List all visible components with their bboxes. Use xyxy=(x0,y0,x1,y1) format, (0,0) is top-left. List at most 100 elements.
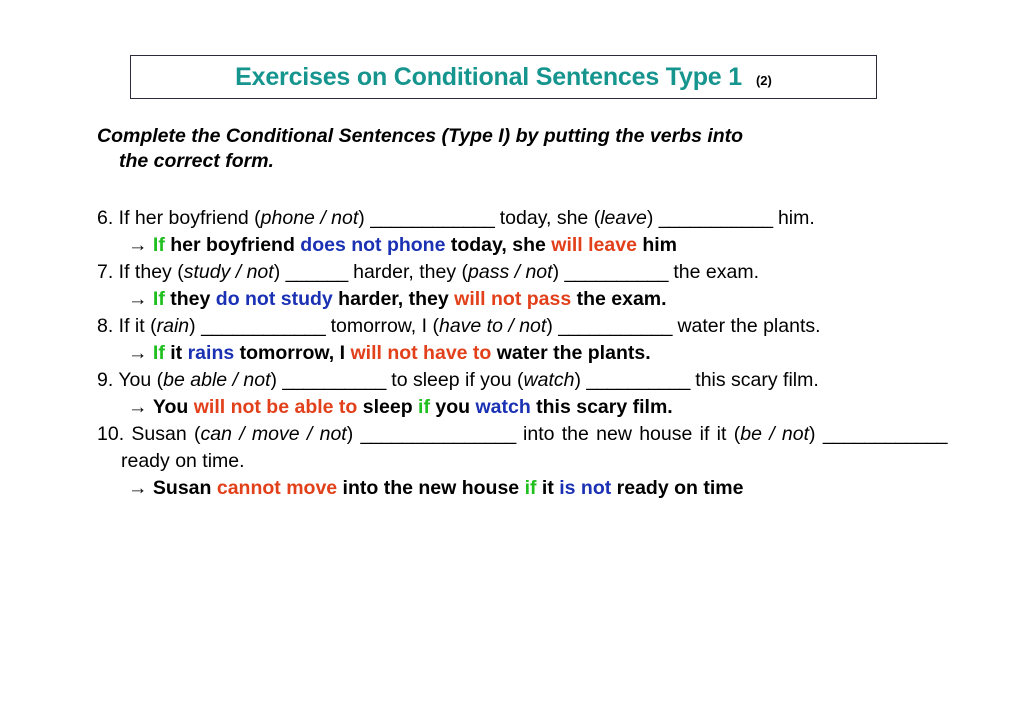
question-6: 6. If her boyfriend (phone / not) ______… xyxy=(97,205,947,232)
answer-7-main-clause-verb: will not pass xyxy=(454,288,572,310)
question-7-text-5: the exam. xyxy=(667,261,759,283)
question-6-blank-1[interactable]: ____________ xyxy=(370,207,495,229)
question-9: 9. You (be able / not) __________ to sle… xyxy=(97,367,947,394)
question-9-blank-1[interactable]: __________ xyxy=(282,369,386,391)
answer-10-conjunction: if xyxy=(524,477,537,499)
question-8-verb-2: have to / not xyxy=(438,315,547,337)
title-banner: Exercises on Conditional Sentences Type … xyxy=(130,55,877,99)
exercise-item-7: 7. If they (study / not) ______ harder, … xyxy=(97,259,947,313)
question-10-blank-1[interactable]: _______________ xyxy=(361,423,517,445)
question-9-blank-2[interactable]: __________ xyxy=(586,369,690,391)
question-7-text-3: harder, they ( xyxy=(347,261,469,283)
question-6-verb-2: leave xyxy=(600,207,647,229)
arrow-icon: → xyxy=(128,477,153,499)
answer-9-subject: You xyxy=(152,396,194,418)
answer-8-if-clause-verb: rains xyxy=(187,342,235,364)
answer-8-main-clause-verb: will not have to xyxy=(350,342,492,364)
question-7-blank-2[interactable]: __________ xyxy=(565,261,669,283)
answer-8-text-1: it xyxy=(164,342,188,364)
answer-10-subject: Susan xyxy=(152,477,217,499)
answer-10-text-3: ready on time xyxy=(611,477,744,499)
question-number-6: 6. xyxy=(97,207,114,229)
question-6-text-2: ) xyxy=(358,207,371,229)
question-9-text-3: to sleep if you ( xyxy=(385,369,524,391)
question-8-text-1: If it ( xyxy=(113,315,157,337)
instruction-text: Complete the Conditional Sentences (Type… xyxy=(97,124,947,174)
exercise-item-8: 8. If it (rain) ____________ tomorrow, I… xyxy=(97,313,947,367)
page-title-superscript: (2) xyxy=(755,72,772,88)
arrow-icon: → xyxy=(128,342,153,364)
question-9-text-4: ) xyxy=(574,369,587,391)
answer-7: → If they do not study harder, they will… xyxy=(97,286,947,313)
question-10-text-3: into the new house if it ( xyxy=(515,423,741,445)
instruction-line-1: Complete the Conditional Sentences (Type… xyxy=(97,125,744,147)
question-9-text-1: You ( xyxy=(113,369,164,391)
answer-8-text-3: water the plants. xyxy=(491,342,651,364)
answer-6-if-clause-verb: does not phone xyxy=(300,234,446,256)
question-7-text-1: If they ( xyxy=(113,261,184,283)
answer-7-if-clause-verb: do not study xyxy=(215,288,333,310)
question-7-verb-1: study / not xyxy=(183,261,274,283)
question-7-text-2: ) xyxy=(273,261,286,283)
question-number-8: 8. xyxy=(97,315,114,337)
page-title: Exercises on Conditional Sentences Type … xyxy=(235,62,742,91)
instruction-line-2: the correct form. xyxy=(119,150,274,172)
answer-8: → If it rains tomorrow, I will not have … xyxy=(97,340,947,367)
answer-9-text-3: this scary film. xyxy=(530,396,673,418)
answer-6: → If her boyfriend does not phone today,… xyxy=(97,232,947,259)
answer-10: → Susan cannot move into the new house i… xyxy=(97,475,947,502)
answer-9-text-2: you xyxy=(429,396,476,418)
question-number-7: 7. xyxy=(97,261,114,283)
question-9-verb-2: watch xyxy=(523,369,575,391)
answer-6-text-1: her boyfriend xyxy=(164,234,301,256)
question-8-text-4: ) xyxy=(546,315,559,337)
answer-7-text-1: they xyxy=(164,288,216,310)
question-10-text-5: ready on time. xyxy=(121,450,245,472)
question-8-text-2: ) xyxy=(189,315,202,337)
answer-10-if-clause-verb: is not xyxy=(559,477,612,499)
question-10: 10. Susan (can / move / not) ___________… xyxy=(97,421,947,475)
answer-7-text-3: the exam. xyxy=(571,288,667,310)
question-7: 7. If they (study / not) ______ harder, … xyxy=(97,259,947,286)
answer-9-main-clause-verb: will not be able to xyxy=(193,396,358,418)
question-10-text-2: ) xyxy=(346,423,361,445)
question-number-10: 10. xyxy=(97,423,125,445)
arrow-icon: → xyxy=(128,396,153,418)
answer-10-text-1: into the new house xyxy=(337,477,525,499)
question-10-verb-2: be / not xyxy=(740,423,810,445)
question-10-text-4: ) xyxy=(809,423,823,445)
question-10-verb-1: can / move / not xyxy=(200,423,347,445)
answer-10-main-clause-verb: cannot move xyxy=(216,477,338,499)
question-6-verb-1: phone / not xyxy=(260,207,359,229)
question-8-blank-1[interactable]: ____________ xyxy=(201,315,326,337)
question-7-verb-2: pass / not xyxy=(468,261,553,283)
arrow-icon: → xyxy=(128,288,153,310)
question-9-text-2: ) xyxy=(270,369,283,391)
arrow-icon: → xyxy=(128,234,153,256)
answer-7-conjunction: If xyxy=(152,288,165,310)
answer-6-text-2: today, she xyxy=(445,234,552,256)
question-6-blank-2[interactable]: ___________ xyxy=(659,207,773,229)
answer-6-conjunction: If xyxy=(152,234,165,256)
question-8-blank-2[interactable]: ___________ xyxy=(558,315,672,337)
answer-7-text-2: harder, they xyxy=(332,288,455,310)
answer-8-text-2: tomorrow, I xyxy=(234,342,351,364)
question-10-blank-2[interactable]: ____________ xyxy=(823,423,948,445)
question-7-blank-1[interactable]: ______ xyxy=(286,261,349,283)
question-6-text-1: If her boyfriend ( xyxy=(113,207,261,229)
answer-6-main-clause-verb: will leave xyxy=(551,234,637,256)
question-6-text-3: today, she ( xyxy=(494,207,601,229)
exercise-list: 6. If her boyfriend (phone / not) ______… xyxy=(97,205,947,502)
question-8: 8. If it (rain) ____________ tomorrow, I… xyxy=(97,313,947,340)
question-9-text-5: this scary film. xyxy=(689,369,819,391)
question-10-text-1: Susan ( xyxy=(124,423,201,445)
answer-9-conjunction: if xyxy=(418,396,430,418)
answer-9-text-1: sleep xyxy=(357,396,419,418)
answer-10-text-2: it xyxy=(536,477,560,499)
exercise-item-9: 9. You (be able / not) __________ to sle… xyxy=(97,367,947,421)
question-7-text-4: ) xyxy=(552,261,565,283)
question-number-9: 9. xyxy=(97,369,114,391)
question-8-text-3: tomorrow, I ( xyxy=(325,315,439,337)
question-6-text-4: ) xyxy=(646,207,659,229)
answer-9: → You will not be able to sleep if you w… xyxy=(97,394,947,421)
